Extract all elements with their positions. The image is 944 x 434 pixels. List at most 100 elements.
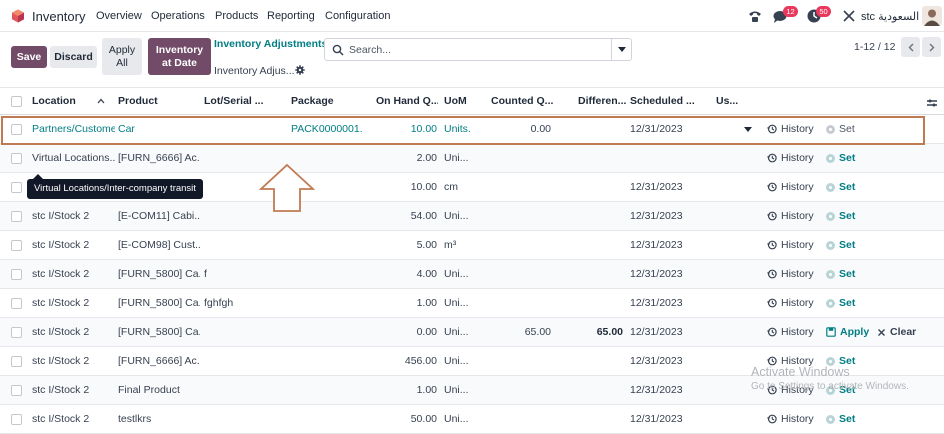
history-button[interactable]: History [767,260,823,288]
menu-operations[interactable]: Operations [151,10,205,22]
row-checkbox-cell[interactable] [11,144,25,172]
table-row[interactable]: stc I/Stock 2 [FURN_5800] Ca... fghfgh 1.00… [0,289,944,318]
cell-uom[interactable]: Uni... [444,405,486,433]
cell-counted[interactable] [491,347,551,375]
row-checkbox-cell[interactable] [11,318,25,346]
cell-uom[interactable]: Uni... [444,289,486,317]
cell-counted[interactable] [491,173,551,201]
cell-scheduled[interactable]: 12/31/2023 [630,260,710,288]
menu-configuration[interactable]: Configuration [325,10,390,22]
cell-location[interactable]: Partners/Customers [32,115,115,143]
cell-scheduled[interactable]: 12/31/2023 [630,289,710,317]
cell-lot[interactable] [204,376,286,404]
set-button[interactable]: Set [826,405,866,433]
company-switcher[interactable]: stc السعودية [861,10,919,23]
cell-product[interactable]: [FURN_5800] Ca... [118,289,200,317]
row-checkbox-cell[interactable] [11,376,25,404]
inventory-app-icon[interactable] [11,9,25,23]
cell-product[interactable]: [FURN_6666] Ac... [118,347,200,375]
history-button[interactable]: History [767,173,823,201]
cell-package[interactable] [291,260,371,288]
history-button[interactable]: History [767,405,823,433]
save-button[interactable]: Save [11,46,47,68]
row-checkbox[interactable] [11,355,22,367]
col-user[interactable]: Us... [716,88,756,114]
cell-scheduled[interactable]: 12/31/2023 [630,376,710,404]
cell-product[interactable]: [FURN_6666] Ac... [118,144,200,172]
row-checkbox-cell[interactable] [11,202,25,230]
cell-lot[interactable] [204,318,286,346]
cell-location[interactable]: stc I/Stock 2 [32,260,115,288]
phone-icon[interactable] [747,8,763,24]
row-checkbox[interactable] [11,123,22,135]
menu-products[interactable]: Products [215,10,258,22]
cell-uom[interactable]: m³ [444,231,486,259]
set-button[interactable]: Set [826,173,866,201]
column-settings-icon[interactable] [926,97,938,109]
row-checkbox-cell[interactable] [11,115,25,143]
cell-product[interactable]: [FURN_5800] Ca... [118,260,200,288]
discard-button[interactable]: Discard [50,46,97,68]
cell-scheduled[interactable]: 12/31/2023 [630,173,710,201]
cell-location[interactable]: stc I/Stock 2 [32,202,115,230]
cell-location[interactable]: stc I/Stock 2 [32,289,115,317]
user-avatar[interactable] [922,6,942,26]
checkbox[interactable] [11,95,22,107]
cell-counted[interactable] [491,289,551,317]
cell-product[interactable]: [FURN_5800] Ca... [118,318,200,346]
col-product[interactable]: Product [118,88,198,114]
table-row[interactable]: stc I/Stock 2 [FURN_5800] Ca... 0.00 Uni...… [0,318,944,347]
cell-product[interactable]: Final Product [118,376,200,404]
cell-lot[interactable] [204,347,286,375]
cell-scheduled[interactable]: 12/31/2023 [630,405,710,433]
cell-lot[interactable] [204,231,286,259]
cell-uom[interactable]: Uni... [444,144,486,172]
col-difference[interactable]: Differen... [578,88,626,114]
cell-uom[interactable]: cm [444,173,486,201]
row-checkbox[interactable] [11,384,22,396]
search-input[interactable] [347,41,609,59]
select-all-checkbox[interactable] [11,88,25,114]
table-row[interactable]: stc I/Stock 2 testlkrs 50.00 Uni... 12/31/20… [0,405,944,434]
cell-product[interactable]: testlkrs [118,405,200,433]
history-button[interactable]: History [767,318,823,346]
cell-counted[interactable] [491,144,551,172]
cell-uom[interactable]: Uni... [444,318,486,346]
cell-counted[interactable] [491,231,551,259]
cell-location[interactable]: Virtual Locations... [32,144,115,172]
cell-product[interactable]: [E-COM11] Cabi... [118,202,200,230]
row-checkbox[interactable] [11,210,22,222]
cell-scheduled[interactable] [630,144,710,172]
pager-next-button[interactable] [922,37,941,57]
cell-lot[interactable] [204,115,286,143]
cell-counted[interactable] [491,260,551,288]
tools-icon[interactable] [841,8,857,24]
table-row[interactable]: Partners/CustomersCar PACK0000001. 10.00 Un… [0,115,944,144]
set-button[interactable]: Set [826,289,866,317]
cell-location[interactable]: stc I/Stock 2 [32,231,115,259]
set-button[interactable]: Set [826,231,866,259]
cell-location[interactable]: stc I/Stock 2 [32,318,115,346]
menu-reporting[interactable]: Reporting [267,10,315,22]
table-row[interactable]: stc I/Stock 2 [E-COM11] Cabi... 54.00 Uni..… [0,202,944,231]
row-checkbox-cell[interactable] [11,347,25,375]
cell-package[interactable] [291,405,371,433]
cell-location[interactable]: stc I/Stock 2 [32,347,115,375]
history-button[interactable]: History [767,115,823,143]
row-checkbox[interactable] [11,181,22,193]
cell-uom[interactable]: Uni... [444,202,486,230]
menu-overview[interactable]: Overview [96,10,142,22]
cell-location[interactable]: stc I/Stock 2 [32,405,115,433]
user-dropdown-toggle[interactable] [744,115,754,143]
col-uom[interactable]: UoM [444,88,484,114]
cell-package[interactable] [291,289,371,317]
cell-package[interactable] [291,318,371,346]
cell-scheduled[interactable]: 12/31/2023 [630,318,710,346]
cell-counted[interactable]: 65.00 [491,318,551,346]
row-checkbox-cell[interactable] [11,289,25,317]
cell-scheduled[interactable]: 12/31/2023 [630,231,710,259]
cell-uom[interactable]: Uni... [444,376,486,404]
col-counted[interactable]: Counted Q... [491,88,553,114]
col-location[interactable]: Location [32,88,112,114]
cell-scheduled[interactable]: 12/31/2023 [630,202,710,230]
